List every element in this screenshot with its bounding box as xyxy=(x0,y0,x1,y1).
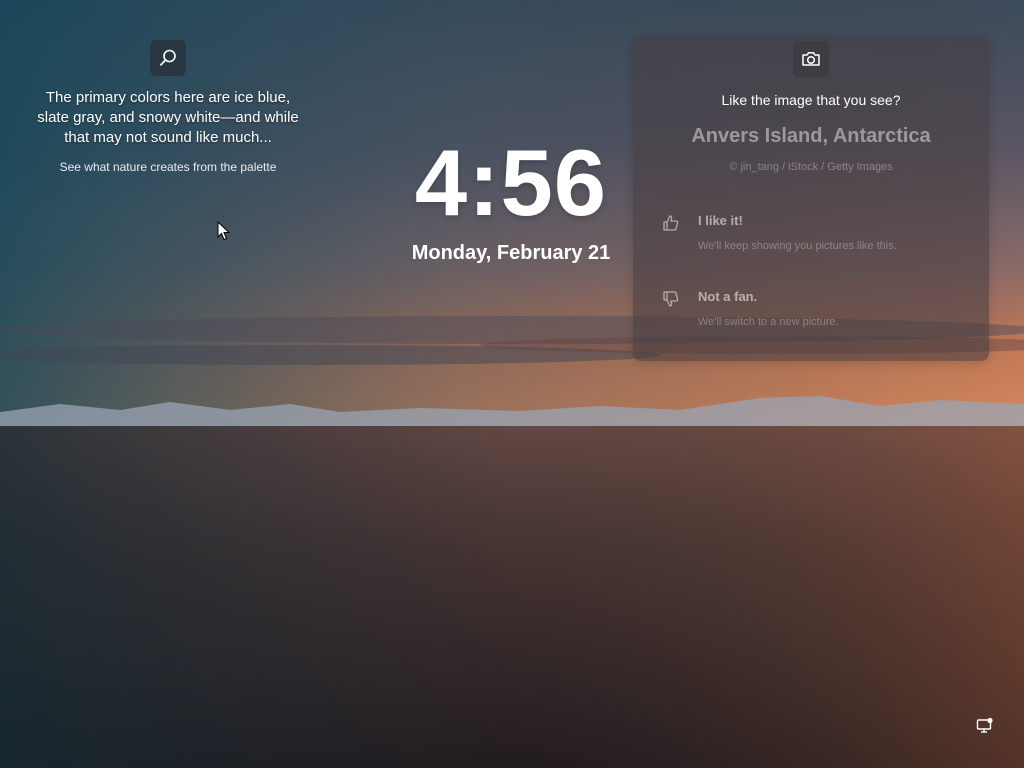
spotlight-description: The primary colors here are ice blue, sl… xyxy=(37,89,299,146)
thumbs-down-icon xyxy=(663,291,679,307)
card-prompt: Like the image that you see? xyxy=(721,92,901,108)
thumbs-up-icon xyxy=(663,215,679,231)
clock-time: 4:56 xyxy=(414,130,608,235)
camera-button[interactable] xyxy=(793,41,829,77)
like-title: I like it! xyxy=(698,213,743,228)
mouse-cursor-icon xyxy=(217,221,231,241)
dislike-option[interactable]: Not a fan. We'll switch to a new picture… xyxy=(661,289,971,328)
dislike-title: Not a fan. xyxy=(698,289,758,304)
search-button[interactable] xyxy=(150,40,186,76)
image-credit: © jin_tang / iStock / Getty Images xyxy=(729,161,893,173)
like-subtitle: We'll keep showing you pictures like thi… xyxy=(698,240,897,252)
spotlight-link[interactable]: See what nature creates from the palette xyxy=(36,160,300,174)
spotlight-flyout: Like the image that you see? Anvers Isla… xyxy=(633,37,989,361)
search-icon xyxy=(160,49,176,66)
dislike-subtitle: We'll switch to a new picture. xyxy=(698,316,839,328)
lock-clock: 4:56 Monday, February 21 xyxy=(400,128,622,265)
spotlight-info: The primary colors here are ice blue, sl… xyxy=(36,40,300,174)
camera-icon xyxy=(802,52,820,66)
clock-date: Monday, February 21 xyxy=(411,242,611,264)
image-location[interactable]: Anvers Island, Antarctica xyxy=(633,125,989,148)
like-option[interactable]: I like it! We'll keep showing you pictur… xyxy=(661,213,971,252)
network-icon[interactable] xyxy=(976,717,994,735)
